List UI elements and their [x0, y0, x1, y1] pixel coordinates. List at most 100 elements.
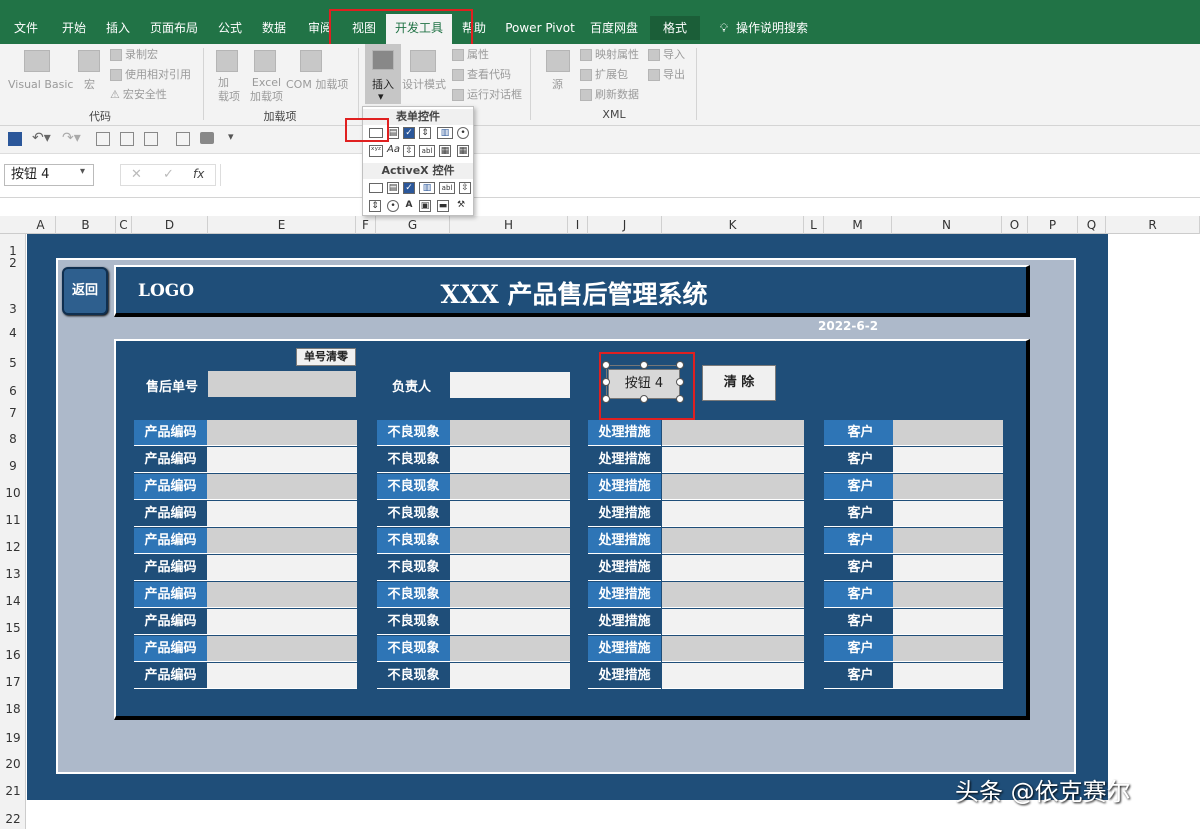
- field-input[interactable]: [662, 555, 804, 581]
- field-input[interactable]: [450, 582, 570, 608]
- activex-listbox-icon[interactable]: ▥: [419, 182, 435, 194]
- activex-combo-icon[interactable]: ▤: [387, 182, 399, 194]
- field-input[interactable]: [207, 474, 357, 500]
- row-header[interactable]: 13: [0, 567, 26, 581]
- group-box-icon[interactable]: ˣʸᶻ: [369, 145, 383, 157]
- row-header[interactable]: 9: [0, 459, 26, 473]
- field-input[interactable]: [893, 582, 1003, 608]
- spin-button-icon[interactable]: ⇕: [419, 127, 431, 139]
- row-header[interactable]: 12: [0, 540, 26, 554]
- column-header[interactable]: K: [662, 216, 804, 234]
- field-input[interactable]: [662, 528, 804, 554]
- column-header[interactable]: M: [824, 216, 892, 234]
- field-input[interactable]: [207, 501, 357, 527]
- column-header[interactable]: A: [26, 216, 56, 234]
- row-header[interactable]: 8: [0, 432, 26, 446]
- combo-drop-icon[interactable]: ▦: [457, 145, 469, 157]
- row-header[interactable]: 16: [0, 648, 26, 662]
- row-header[interactable]: 7: [0, 406, 26, 420]
- field-input[interactable]: [207, 555, 357, 581]
- field-input[interactable]: [893, 528, 1003, 554]
- tab-formulas[interactable]: 公式: [212, 16, 248, 40]
- save-icon[interactable]: [8, 132, 22, 146]
- copy-icon[interactable]: [144, 132, 158, 146]
- activex-scrollbar-icon[interactable]: ⇳: [459, 182, 471, 194]
- redo-icon[interactable]: ↷▾: [62, 130, 81, 146]
- field-input[interactable]: [207, 636, 357, 662]
- row-header[interactable]: 21: [0, 784, 26, 798]
- column-header[interactable]: E: [208, 216, 356, 234]
- excel-addins-button[interactable]: [254, 50, 276, 72]
- tab-page-layout[interactable]: 页面布局: [146, 16, 202, 40]
- camera-icon[interactable]: [200, 132, 214, 144]
- back-button[interactable]: 返回: [62, 267, 108, 315]
- design-mode-button[interactable]: [410, 50, 436, 72]
- xml-source-button[interactable]: [546, 50, 570, 72]
- row-header[interactable]: 3: [0, 302, 26, 316]
- activex-spin-icon[interactable]: ⇕: [369, 200, 381, 212]
- field-input[interactable]: [662, 501, 804, 527]
- activex-option-icon[interactable]: •: [387, 200, 399, 212]
- column-header[interactable]: G: [376, 216, 450, 234]
- row-header[interactable]: 18: [0, 702, 26, 716]
- label-icon[interactable]: Aa: [387, 145, 400, 157]
- field-input[interactable]: [207, 447, 357, 473]
- com-addins-button[interactable]: [300, 50, 322, 72]
- text-field-icon[interactable]: abl: [419, 145, 435, 157]
- tell-me-search[interactable]: 操作说明搜索: [736, 16, 808, 40]
- row-header[interactable]: 15: [0, 621, 26, 635]
- tab-power-pivot[interactable]: Power Pivot: [502, 16, 578, 40]
- column-header[interactable]: R: [1106, 216, 1200, 234]
- field-input[interactable]: [893, 447, 1003, 473]
- activex-toggle-icon[interactable]: ▬: [437, 200, 449, 212]
- combo-list-icon[interactable]: ▦: [439, 145, 451, 157]
- clear-button[interactable]: 清 除: [702, 365, 776, 401]
- field-input[interactable]: [662, 636, 804, 662]
- field-input[interactable]: [450, 474, 570, 500]
- column-header[interactable]: J: [588, 216, 662, 234]
- field-input[interactable]: [450, 636, 570, 662]
- owner-input[interactable]: [450, 372, 570, 398]
- column-header[interactable]: N: [892, 216, 1002, 234]
- column-header[interactable]: C: [116, 216, 132, 234]
- field-input[interactable]: [207, 582, 357, 608]
- expansion-packs-button[interactable]: 扩展包: [580, 68, 628, 82]
- field-input[interactable]: [662, 447, 804, 473]
- field-input[interactable]: [662, 609, 804, 635]
- tab-baidu-netdisk[interactable]: 百度网盘: [586, 16, 642, 40]
- row-header[interactable]: 2: [0, 256, 26, 270]
- activex-textbox-icon[interactable]: abl: [439, 182, 455, 194]
- field-input[interactable]: [450, 528, 570, 554]
- xml-import-button[interactable]: 导入: [648, 48, 685, 62]
- row-header[interactable]: 11: [0, 513, 26, 527]
- xml-export-button[interactable]: 导出: [648, 68, 685, 82]
- check-icon[interactable]: ✓: [163, 167, 174, 182]
- field-input[interactable]: [662, 420, 804, 446]
- checkbox-icon[interactable]: ✓: [403, 127, 415, 139]
- activex-image-icon[interactable]: ▣: [419, 200, 431, 212]
- print-icon[interactable]: [120, 132, 134, 146]
- row-header[interactable]: 22: [0, 812, 26, 826]
- column-header[interactable]: I: [568, 216, 588, 234]
- relative-refs-button[interactable]: 使用相对引用: [110, 68, 191, 82]
- tab-data[interactable]: 数据: [256, 16, 292, 40]
- row-header[interactable]: 6: [0, 384, 26, 398]
- field-input[interactable]: [893, 663, 1003, 689]
- row-header[interactable]: 20: [0, 757, 26, 771]
- row-header[interactable]: 19: [0, 731, 26, 745]
- option-button-icon[interactable]: •: [457, 127, 469, 139]
- scroll-bar-icon[interactable]: ⇳: [403, 145, 415, 157]
- record-macro-button[interactable]: 录制宏: [110, 48, 158, 62]
- column-header[interactable]: H: [450, 216, 568, 234]
- field-input[interactable]: [662, 582, 804, 608]
- undo-icon[interactable]: ↶▾: [32, 130, 51, 146]
- view-code-button[interactable]: 查看代码: [452, 68, 511, 82]
- refresh-data-button[interactable]: 刷新数据: [580, 88, 639, 102]
- tab-file[interactable]: 文件: [8, 16, 44, 40]
- run-dialog-button[interactable]: 运行对话框: [452, 88, 522, 102]
- tab-format[interactable]: 格式: [650, 16, 700, 40]
- addins-button[interactable]: [216, 50, 238, 72]
- column-header[interactable]: Q: [1078, 216, 1106, 234]
- field-input[interactable]: [207, 420, 357, 446]
- field-input[interactable]: [893, 501, 1003, 527]
